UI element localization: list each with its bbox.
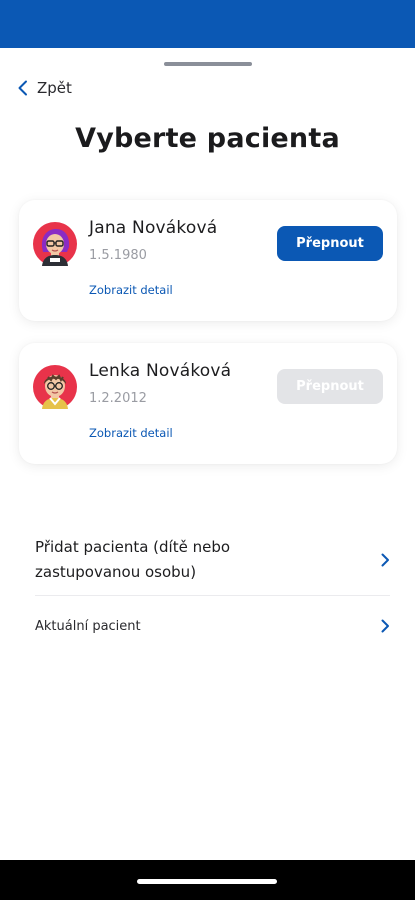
add-patient-label: Přidat pacienta (dítě nebo zastupovanou … (35, 538, 231, 581)
page-title: Vyberte pacienta (75, 123, 340, 154)
current-patient-row[interactable]: Aktuální pacient (35, 614, 390, 638)
divider (35, 595, 390, 596)
show-detail-link[interactable]: Zobrazit detail (89, 283, 173, 297)
patient-name: Lenka Nováková (89, 361, 232, 381)
switch-patient-button[interactable]: Přepnout (277, 226, 383, 261)
system-navigation-bar (0, 860, 415, 900)
patient-card: Lenka Nováková 1.2.2012 Zobrazit detail … (19, 343, 397, 464)
patient-birth-date: 1.5.1980 (89, 248, 147, 263)
sheet-drag-handle[interactable] (164, 62, 252, 66)
current-patient-label: Aktuální pacient (35, 618, 141, 634)
chevron-right-icon (381, 619, 390, 633)
patient-birth-date: 1.2.2012 (89, 391, 147, 406)
patient-card: Jana Nováková 1.5.1980 Zobrazit detail P… (19, 200, 397, 321)
back-button[interactable]: Zpět (17, 76, 72, 100)
show-detail-link[interactable]: Zobrazit detail (89, 426, 173, 440)
woman-avatar-icon (33, 222, 77, 266)
patient-select-sheet: Zpět Vyberte pacienta Jana Nováková 1.5.… (0, 48, 415, 860)
home-indicator[interactable] (137, 879, 277, 884)
chevron-left-icon (17, 80, 29, 96)
add-patient-row[interactable]: Přidat pacienta (dítě nebo zastupovanou … (35, 528, 390, 592)
screen: Zpět Vyberte pacienta Jana Nováková 1.5.… (0, 0, 415, 900)
top-header-bar (0, 0, 415, 48)
back-label: Zpět (37, 79, 72, 97)
child-avatar-icon (33, 365, 77, 409)
patient-name: Jana Nováková (89, 218, 218, 238)
chevron-right-icon (381, 553, 390, 567)
switch-patient-button-disabled[interactable]: Přepnout (277, 369, 383, 404)
